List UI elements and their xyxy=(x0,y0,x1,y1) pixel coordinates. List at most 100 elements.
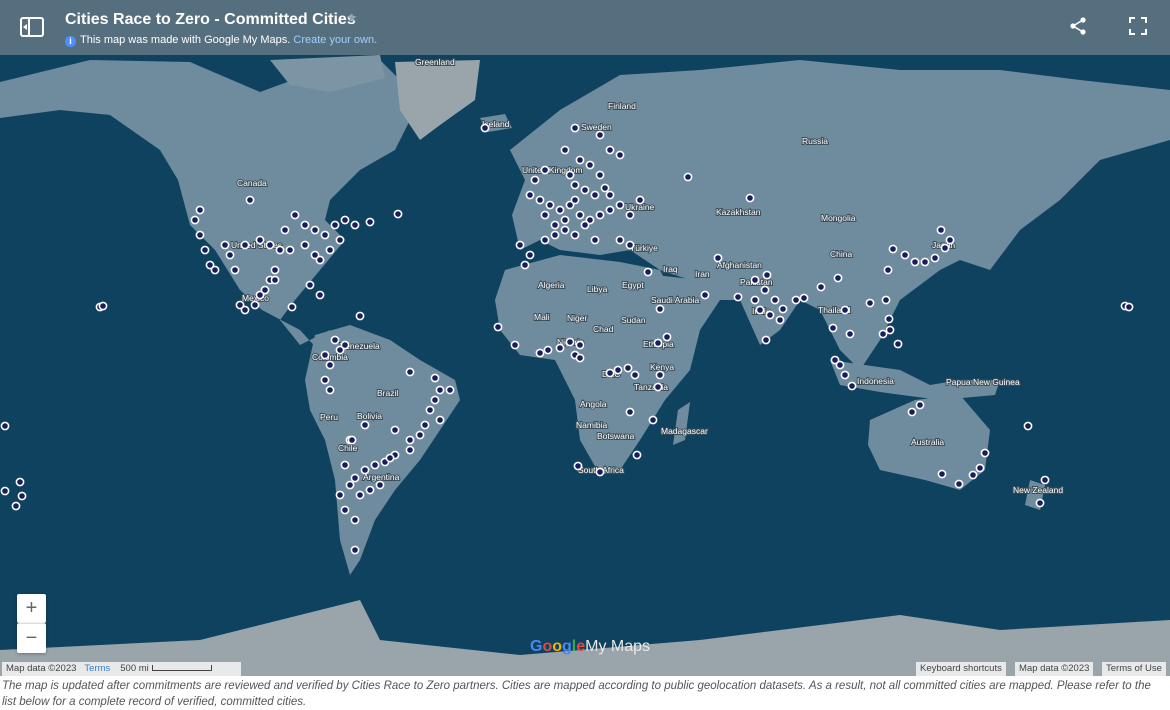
city-marker[interactable] xyxy=(778,304,788,314)
city-marker[interactable] xyxy=(662,332,672,342)
city-marker[interactable] xyxy=(0,421,10,431)
terms-link[interactable]: Terms xyxy=(84,663,110,674)
city-marker[interactable] xyxy=(750,295,760,305)
fullscreen-icon[interactable] xyxy=(1128,16,1148,36)
city-marker[interactable] xyxy=(17,491,27,501)
city-marker[interactable] xyxy=(435,415,445,425)
city-marker[interactable] xyxy=(570,195,580,205)
city-marker[interactable] xyxy=(920,257,930,267)
city-marker[interactable] xyxy=(350,473,360,483)
city-marker[interactable] xyxy=(615,235,625,245)
city-marker[interactable] xyxy=(893,339,903,349)
city-marker[interactable] xyxy=(560,225,570,235)
city-marker[interactable] xyxy=(330,335,340,345)
city-marker[interactable] xyxy=(370,460,380,470)
city-marker[interactable] xyxy=(340,505,350,515)
city-marker[interactable] xyxy=(540,235,550,245)
city-marker[interactable] xyxy=(595,130,605,140)
city-marker[interactable] xyxy=(250,300,260,310)
city-marker[interactable] xyxy=(310,225,320,235)
city-marker[interactable] xyxy=(520,260,530,270)
city-marker[interactable] xyxy=(305,280,315,290)
city-marker[interactable] xyxy=(910,257,920,267)
city-marker[interactable] xyxy=(683,172,693,182)
city-marker[interactable] xyxy=(320,375,330,385)
city-marker[interactable] xyxy=(590,235,600,245)
city-marker[interactable] xyxy=(270,275,280,285)
city-marker[interactable] xyxy=(545,200,555,210)
city-marker[interactable] xyxy=(750,275,760,285)
city-marker[interactable] xyxy=(613,365,623,375)
city-marker[interactable] xyxy=(340,340,350,350)
city-marker[interactable] xyxy=(405,435,415,445)
city-marker[interactable] xyxy=(98,301,108,311)
city-marker[interactable] xyxy=(595,170,605,180)
city-marker[interactable] xyxy=(393,209,403,219)
city-marker[interactable] xyxy=(350,220,360,230)
city-marker[interactable] xyxy=(847,381,857,391)
city-marker[interactable] xyxy=(755,305,765,315)
city-marker[interactable] xyxy=(833,273,843,283)
city-marker[interactable] xyxy=(300,220,310,230)
city-marker[interactable] xyxy=(345,480,355,490)
city-marker[interactable] xyxy=(315,290,325,300)
city-marker[interactable] xyxy=(816,282,826,292)
city-marker[interactable] xyxy=(275,245,285,255)
city-marker[interactable] xyxy=(980,448,990,458)
city-marker[interactable] xyxy=(883,265,893,275)
city-marker[interactable] xyxy=(655,304,665,314)
city-marker[interactable] xyxy=(570,180,580,190)
city-marker[interactable] xyxy=(560,145,570,155)
city-marker[interactable] xyxy=(884,314,894,324)
city-marker[interactable] xyxy=(360,465,370,475)
city-marker[interactable] xyxy=(515,240,525,250)
city-marker[interactable] xyxy=(580,185,590,195)
city-marker[interactable] xyxy=(570,230,580,240)
city-marker[interactable] xyxy=(555,205,565,215)
city-marker[interactable] xyxy=(1023,421,1033,431)
city-marker[interactable] xyxy=(445,385,455,395)
city-marker[interactable] xyxy=(975,463,985,473)
city-marker[interactable] xyxy=(580,220,590,230)
city-marker[interactable] xyxy=(915,400,925,410)
city-marker[interactable] xyxy=(255,235,265,245)
city-marker[interactable] xyxy=(405,367,415,377)
city-marker[interactable] xyxy=(290,210,300,220)
city-marker[interactable] xyxy=(605,368,615,378)
toggle-legend-icon[interactable] xyxy=(19,15,45,39)
city-marker[interactable] xyxy=(1035,498,1045,508)
city-marker[interactable] xyxy=(300,240,310,250)
city-marker[interactable] xyxy=(265,240,275,250)
city-marker[interactable] xyxy=(530,175,540,185)
city-marker[interactable] xyxy=(930,253,940,263)
city-marker[interactable] xyxy=(585,160,595,170)
city-marker[interactable] xyxy=(493,322,503,332)
city-marker[interactable] xyxy=(270,265,280,275)
city-marker[interactable] xyxy=(573,461,583,471)
city-marker[interactable] xyxy=(365,217,375,227)
city-marker[interactable] xyxy=(287,302,297,312)
create-your-own-link[interactable]: Create your own. xyxy=(293,34,377,46)
zoom-out-button[interactable]: − xyxy=(17,623,46,653)
city-marker[interactable] xyxy=(200,245,210,255)
city-marker[interactable] xyxy=(605,205,615,215)
city-marker[interactable] xyxy=(540,165,550,175)
city-marker[interactable] xyxy=(600,183,610,193)
city-marker[interactable] xyxy=(590,190,600,200)
city-marker[interactable] xyxy=(635,195,645,205)
city-marker[interactable] xyxy=(615,150,625,160)
city-marker[interactable] xyxy=(405,445,415,455)
share-icon[interactable] xyxy=(1068,16,1088,36)
city-marker[interactable] xyxy=(575,353,585,363)
city-marker[interactable] xyxy=(632,450,642,460)
city-marker[interactable] xyxy=(575,340,585,350)
city-marker[interactable] xyxy=(325,360,335,370)
city-marker[interactable] xyxy=(595,467,605,477)
city-marker[interactable] xyxy=(385,453,395,463)
terms-of-use-link[interactable]: Terms of Use xyxy=(1102,662,1166,676)
city-marker[interactable] xyxy=(881,295,891,305)
city-marker[interactable] xyxy=(435,385,445,395)
city-marker[interactable] xyxy=(845,329,855,339)
star-icon[interactable]: ★ xyxy=(346,10,358,26)
city-marker[interactable] xyxy=(765,310,775,320)
